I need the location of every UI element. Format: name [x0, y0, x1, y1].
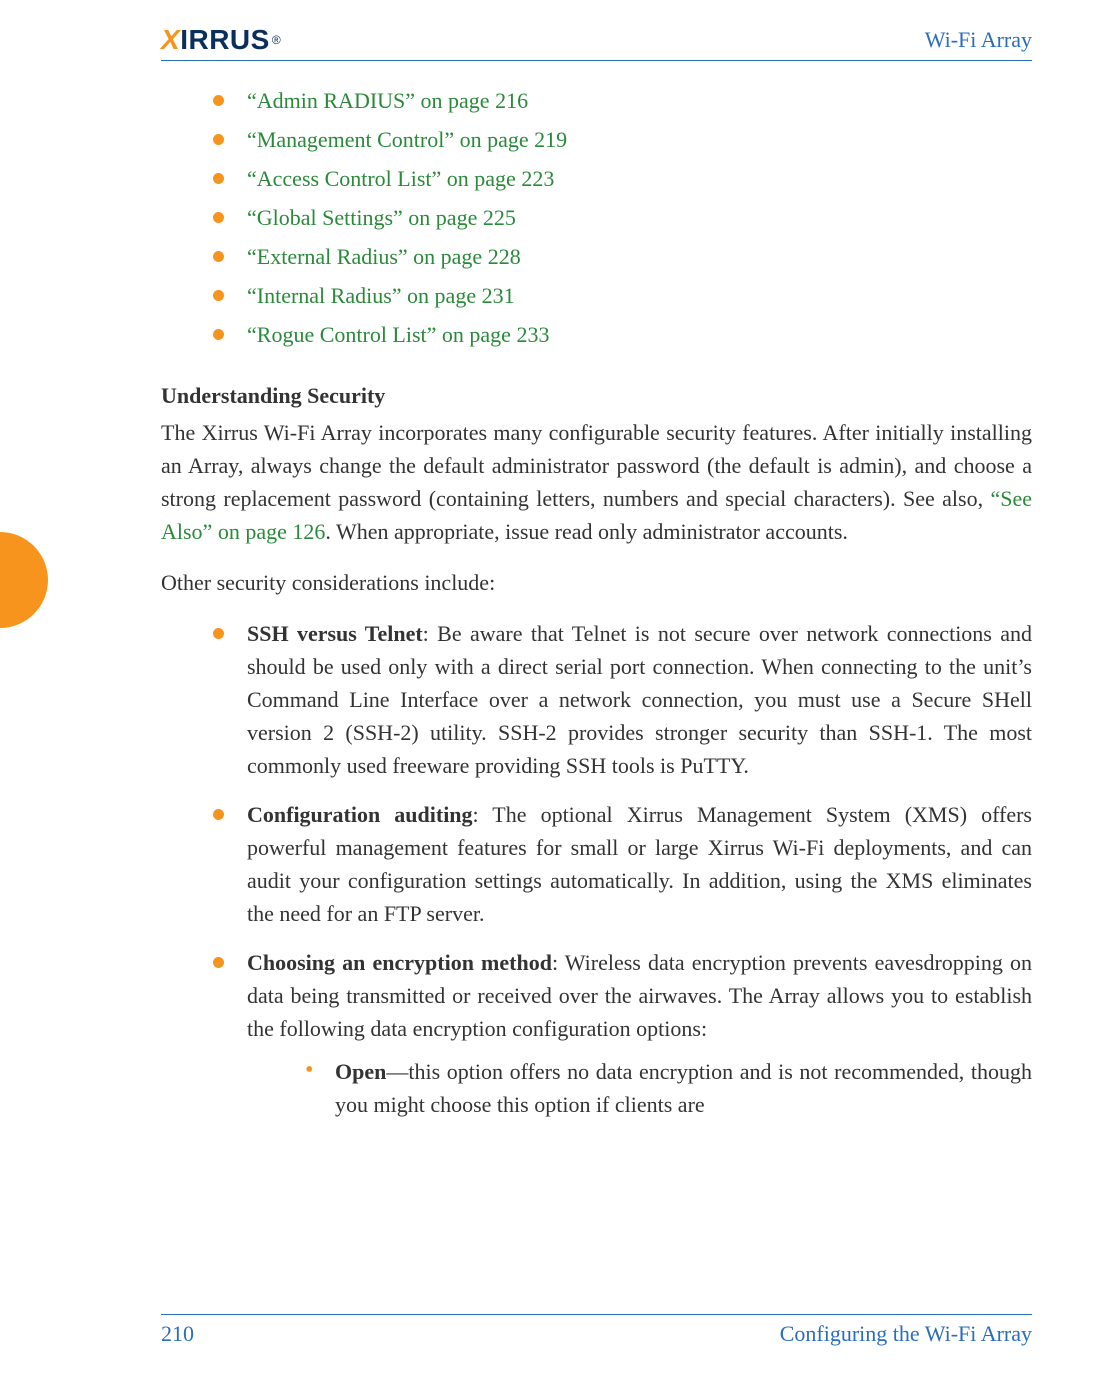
list-item-lead: Choosing an encryption method: [247, 950, 552, 975]
page-content: “Admin RADIUS” on page 216 “Management C…: [161, 78, 1032, 1291]
list-item-lead: SSH versus Telnet: [247, 621, 423, 646]
encryption-options-list: Open—this option offers no data encrypti…: [247, 1055, 1032, 1121]
xref-link[interactable]: “Access Control List” on page 223: [213, 162, 1032, 195]
page-footer: 210 Configuring the Wi-Fi Array: [161, 1314, 1032, 1347]
section-heading: Understanding Security: [161, 379, 1032, 412]
considerations-list: SSH versus Telnet: Be aware that Telnet …: [161, 617, 1032, 1121]
list-item: Choosing an encryption method: Wireless …: [213, 946, 1032, 1121]
document-title: Wi-Fi Array: [925, 27, 1032, 53]
body-paragraph: Other security considerations include:: [161, 566, 1032, 599]
page-header: XIRRUS® Wi-Fi Array: [161, 20, 1032, 61]
paragraph-text: . When appropriate, issue read only admi…: [325, 519, 848, 544]
footer-section-title: Configuring the Wi-Fi Array: [780, 1321, 1032, 1347]
list-item-lead: Open: [335, 1059, 386, 1084]
xref-link[interactable]: “Rogue Control List” on page 233: [213, 318, 1032, 351]
section-tab-marker: [0, 532, 48, 628]
xref-link[interactable]: “External Radius” on page 228: [213, 240, 1032, 273]
brand-logo: XIRRUS®: [161, 25, 281, 55]
page-number: 210: [161, 1321, 194, 1347]
page: XIRRUS® Wi-Fi Array “Admin RADIUS” on pa…: [0, 0, 1094, 1381]
list-item: SSH versus Telnet: Be aware that Telnet …: [213, 617, 1032, 782]
list-item-text: —this option offers no data encryption a…: [335, 1059, 1032, 1117]
body-paragraph: The Xirrus Wi-Fi Array incorporates many…: [161, 416, 1032, 548]
cross-reference-list: “Admin RADIUS” on page 216 “Management C…: [161, 84, 1032, 351]
brand-logo-text: XIRRUS®: [161, 26, 281, 54]
xref-link[interactable]: “Management Control” on page 219: [213, 123, 1032, 156]
xref-link[interactable]: “Internal Radius” on page 231: [213, 279, 1032, 312]
list-item: Open—this option offers no data encrypti…: [305, 1055, 1032, 1121]
list-item-lead: Configuration auditing: [247, 802, 473, 827]
paragraph-text: The Xirrus Wi-Fi Array incorporates many…: [161, 420, 1032, 511]
xref-link[interactable]: “Admin RADIUS” on page 216: [213, 84, 1032, 117]
xref-link[interactable]: “Global Settings” on page 225: [213, 201, 1032, 234]
list-item: Configuration auditing: The optional Xir…: [213, 798, 1032, 930]
